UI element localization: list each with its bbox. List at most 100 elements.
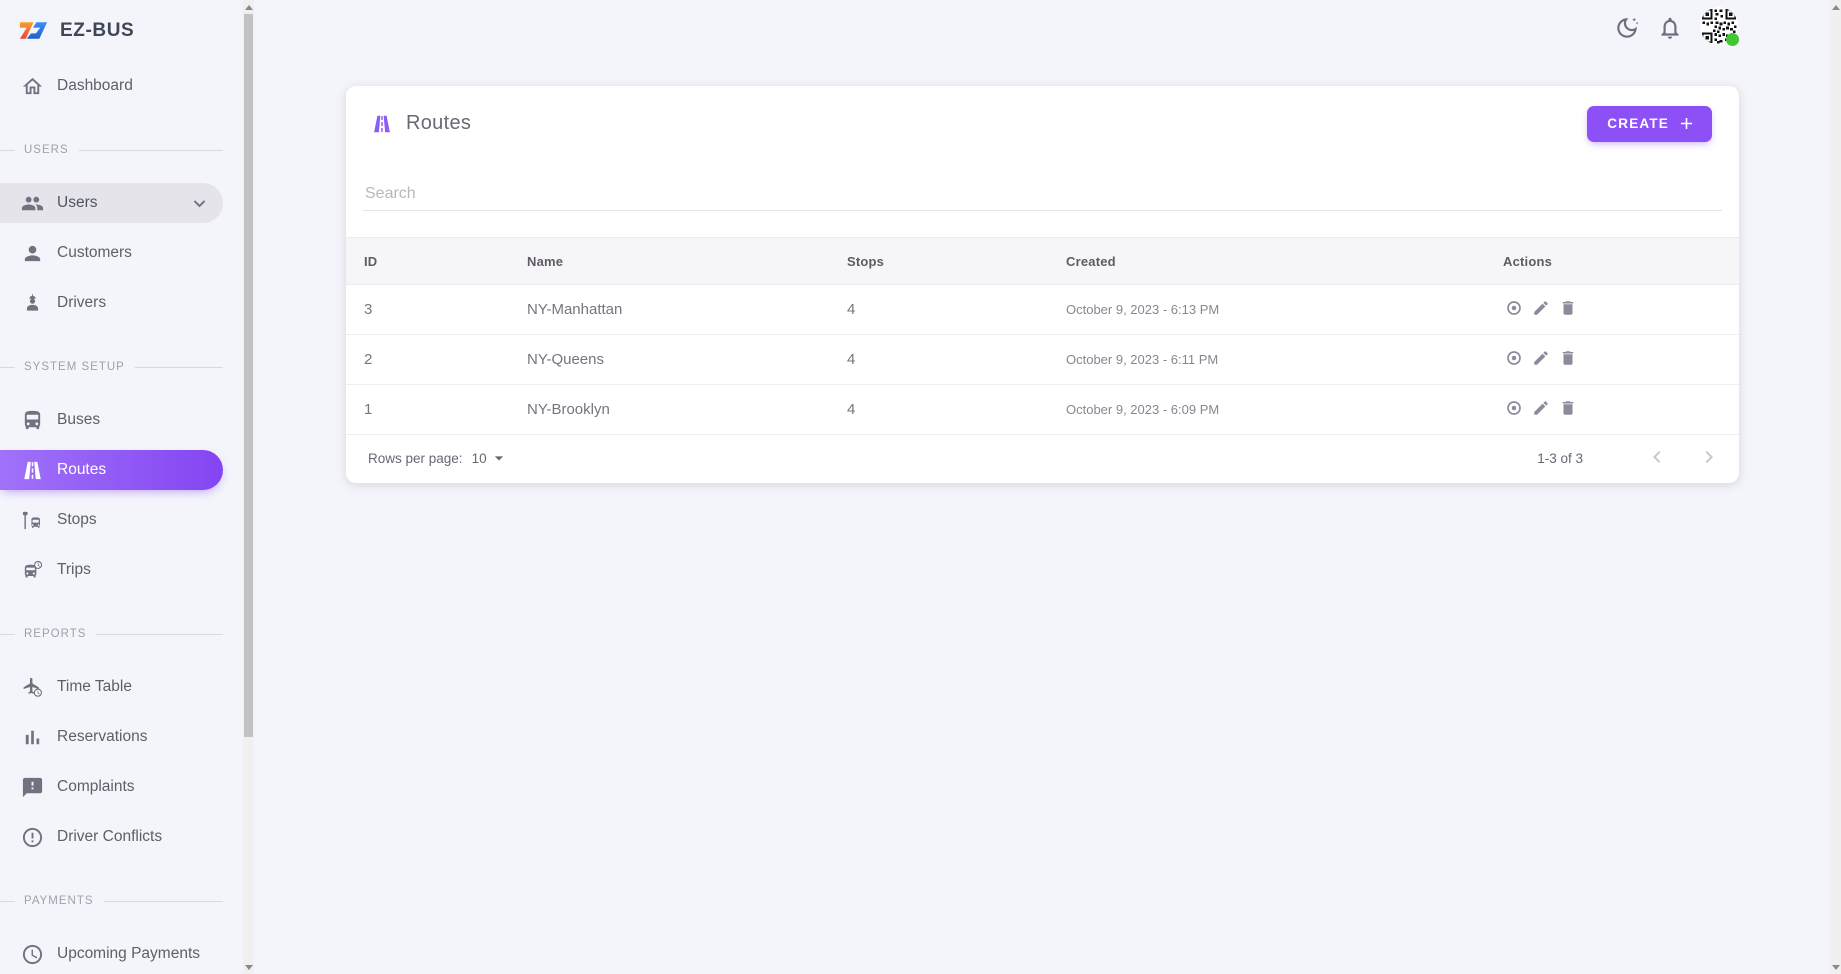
scroll-up-arrow-icon[interactable] xyxy=(243,0,254,14)
app-logo-icon xyxy=(17,18,50,44)
cell-id: 3 xyxy=(346,301,509,318)
page-title: Routes xyxy=(406,112,471,135)
sidebar-nav: Dashboard USERS Users Customers Drivers SYSTE… xyxy=(0,66,243,974)
road-icon xyxy=(21,459,44,482)
cell-stops: 4 xyxy=(829,301,1048,318)
dark-mode-toggle[interactable] xyxy=(1613,15,1641,43)
sidebar-scrollbar-thumb[interactable] xyxy=(244,14,253,737)
cell-actions xyxy=(1485,397,1739,422)
delete-button[interactable] xyxy=(1557,297,1579,322)
person-icon xyxy=(21,242,44,265)
road-icon xyxy=(371,113,393,135)
sidebar-item-buses[interactable]: Buses xyxy=(0,400,223,440)
pagination-range-label: 1-3 of 3 xyxy=(1537,451,1583,466)
rows-per-page-label: Rows per page: xyxy=(368,451,463,466)
user-avatar[interactable] xyxy=(1700,7,1738,45)
table-footer: Rows per page: 10 1-3 of 3 xyxy=(346,435,1739,481)
app-title: EZ-BUS xyxy=(60,20,134,42)
section-label: PAYMENTS xyxy=(24,895,94,907)
table-row: 2NY-Queens4October 9, 2023 - 6:11 PM xyxy=(346,335,1739,385)
chevron-right-icon xyxy=(1697,445,1721,472)
bar-chart-icon xyxy=(21,726,44,749)
eye-icon xyxy=(1505,299,1523,320)
sidebar-item-label: Reservations xyxy=(57,728,147,746)
chevron-left-icon xyxy=(1645,445,1669,472)
view-button[interactable] xyxy=(1503,397,1525,422)
search-wrap xyxy=(363,171,1722,211)
sidebar-item-upcoming-payments[interactable]: Upcoming Payments xyxy=(0,934,223,974)
view-button[interactable] xyxy=(1503,347,1525,372)
sidebar-scrollbar[interactable] xyxy=(243,0,254,974)
pencil-icon xyxy=(1532,299,1550,320)
sidebar-item-label: Routes xyxy=(57,461,106,479)
cell-created: October 9, 2023 - 6:09 PM xyxy=(1048,402,1485,417)
sidebar-item-users[interactable]: Users xyxy=(0,183,223,223)
sidebar-item-label: Driver Conflicts xyxy=(57,828,162,846)
plus-icon xyxy=(1677,114,1696,133)
cell-stops: 4 xyxy=(829,401,1048,418)
sidebar-item-label: Users xyxy=(57,194,97,212)
table-body: 3NY-Manhattan4October 9, 2023 - 6:13 PM2… xyxy=(346,285,1739,435)
sidebar-item-label: Buses xyxy=(57,411,100,429)
table-header-row: IDNameStopsCreatedActions xyxy=(346,237,1739,285)
sidebar-item-complaints[interactable]: Complaints xyxy=(0,767,223,807)
cell-stops: 4 xyxy=(829,351,1048,368)
sidebar-item-drivers[interactable]: Drivers xyxy=(0,283,223,323)
moon-icon xyxy=(1614,29,1640,44)
trash-icon xyxy=(1559,349,1577,370)
sidebar-item-routes[interactable]: Routes xyxy=(0,450,223,490)
sidebar-item-trips[interactable]: Trips xyxy=(0,550,223,590)
delete-button[interactable] xyxy=(1557,347,1579,372)
bell-icon xyxy=(1657,29,1683,44)
cell-actions xyxy=(1485,297,1739,322)
window-scrollbar[interactable] xyxy=(1830,0,1841,974)
section-label: SYSTEM SETUP xyxy=(24,361,125,373)
search-input[interactable] xyxy=(363,171,1722,211)
chevron-down-icon xyxy=(188,192,211,215)
section-label: REPORTS xyxy=(24,628,86,640)
sidebar: EZ-BUS Dashboard USERS Users Customers Drive… xyxy=(0,0,243,974)
online-status-dot xyxy=(1726,33,1739,46)
next-page-button[interactable] xyxy=(1697,445,1721,472)
edit-button[interactable] xyxy=(1530,397,1552,422)
scroll-up-arrow-icon[interactable] xyxy=(1830,0,1841,14)
view-button[interactable] xyxy=(1503,297,1525,322)
sidebar-item-reservations[interactable]: Reservations xyxy=(0,717,223,757)
column-header-stops: Stops xyxy=(829,254,1048,269)
create-button-label: CREATE xyxy=(1607,116,1669,131)
bus-stop-icon xyxy=(21,509,44,532)
cell-created: October 9, 2023 - 6:13 PM xyxy=(1048,302,1485,317)
edit-button[interactable] xyxy=(1530,297,1552,322)
edit-button[interactable] xyxy=(1530,347,1552,372)
table-row: 1NY-Brooklyn4October 9, 2023 - 6:09 PM xyxy=(346,385,1739,435)
sidebar-item-label: Drivers xyxy=(57,294,106,312)
create-button[interactable]: CREATE xyxy=(1587,106,1712,142)
departure-bus-icon xyxy=(21,559,44,582)
previous-page-button[interactable] xyxy=(1645,445,1669,472)
sidebar-section-users: USERS xyxy=(0,142,243,158)
sidebar-item-stops[interactable]: Stops xyxy=(0,500,223,540)
flight-time-icon xyxy=(21,676,44,699)
cell-name: NY-Queens xyxy=(509,351,829,368)
clock-icon xyxy=(21,943,44,966)
rows-per-page-control[interactable]: Rows per page: 10 xyxy=(368,448,509,468)
scroll-down-arrow-icon[interactable] xyxy=(243,960,254,974)
sidebar-item-dashboard[interactable]: Dashboard xyxy=(0,66,223,106)
sidebar-item-label: Trips xyxy=(57,561,91,579)
delete-button[interactable] xyxy=(1557,397,1579,422)
table-row: 3NY-Manhattan4October 9, 2023 - 6:13 PM xyxy=(346,285,1739,335)
sidebar-item-customers[interactable]: Customers xyxy=(0,233,223,273)
app-logo[interactable]: EZ-BUS xyxy=(0,0,243,50)
sidebar-item-time-table[interactable]: Time Table xyxy=(0,667,223,707)
notifications-button[interactable] xyxy=(1656,15,1684,43)
sidebar-item-driver-conflicts[interactable]: Driver Conflicts xyxy=(0,817,223,857)
rows-per-page-value: 10 xyxy=(472,451,487,466)
bus-icon xyxy=(21,409,44,432)
section-label: USERS xyxy=(24,144,69,156)
trash-icon xyxy=(1559,299,1577,320)
cell-name: NY-Brooklyn xyxy=(509,401,829,418)
scroll-down-arrow-icon[interactable] xyxy=(1830,960,1841,974)
sidebar-section-system-setup: SYSTEM SETUP xyxy=(0,359,243,375)
eye-icon xyxy=(1505,349,1523,370)
card-header: Routes CREATE xyxy=(346,86,1739,141)
